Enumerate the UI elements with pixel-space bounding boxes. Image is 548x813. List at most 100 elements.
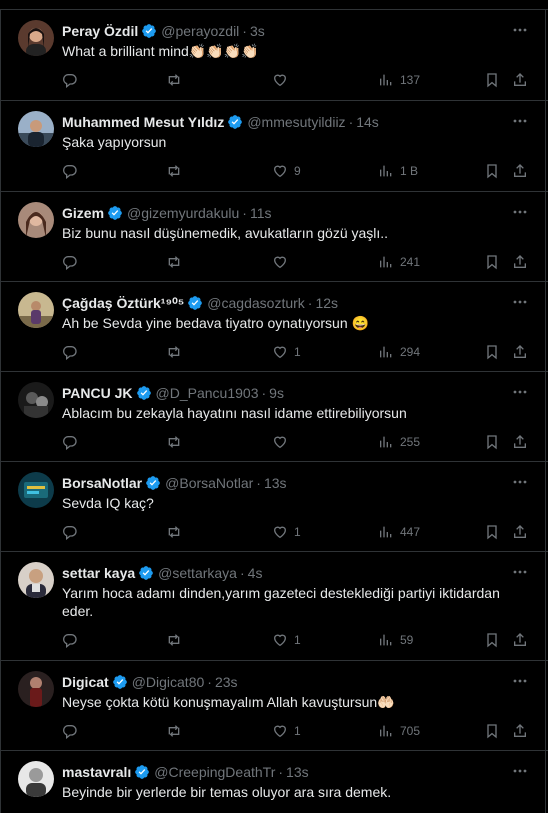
share-button[interactable]: [512, 631, 528, 649]
tweet-time[interactable]: 13s: [286, 763, 309, 781]
retweet-button[interactable]: [166, 523, 188, 541]
like-button[interactable]: [272, 71, 294, 89]
author-handle[interactable]: @D_Pancu1903: [156, 384, 259, 402]
author-name[interactable]: Digicat: [62, 673, 109, 691]
tweet-time[interactable]: 11s: [250, 204, 272, 222]
more-icon[interactable]: [512, 113, 528, 129]
author-name[interactable]: mastavralı: [62, 763, 131, 781]
reply-button[interactable]: [62, 433, 84, 451]
avatar[interactable]: [18, 382, 54, 418]
author-name[interactable]: settar kaya: [62, 564, 135, 582]
author-handle[interactable]: @perayozdil: [161, 22, 239, 40]
author-name[interactable]: BorsaNotlar: [62, 474, 142, 492]
more-icon[interactable]: [512, 564, 528, 580]
avatar[interactable]: [18, 292, 54, 328]
author-name[interactable]: Muhammed Mesut Yıldız: [62, 113, 224, 131]
author-handle[interactable]: @BorsaNotlar: [165, 474, 253, 492]
like-button[interactable]: 9: [272, 162, 301, 180]
bookmark-button[interactable]: [484, 343, 500, 361]
avatar[interactable]: [18, 111, 54, 147]
share-button[interactable]: [512, 433, 528, 451]
tweet[interactable]: PANCU JK @D_Pancu1903 · 9s Ablacım bu ze…: [0, 371, 548, 461]
views-button[interactable]: 137: [378, 71, 420, 89]
tweet-time[interactable]: 23s: [215, 673, 238, 691]
tweet[interactable]: Çağdaş Öztürk¹⁹⁰⁵ @cagdasozturk · 12s Ah…: [0, 281, 548, 371]
author-handle[interactable]: @cagdasozturk: [207, 294, 304, 312]
views-button[interactable]: 1 B: [378, 162, 418, 180]
tweet[interactable]: Peray Özdil @perayozdil · 3s What a bril…: [0, 9, 548, 100]
retweet-button[interactable]: [166, 162, 188, 180]
like-button[interactable]: 1: [272, 722, 301, 740]
reply-button[interactable]: [62, 162, 84, 180]
avatar[interactable]: [18, 20, 54, 56]
reply-button[interactable]: [62, 722, 84, 740]
avatar[interactable]: [18, 761, 54, 797]
views-button[interactable]: 255: [378, 433, 420, 451]
views-button[interactable]: 294: [378, 343, 420, 361]
avatar[interactable]: [18, 671, 54, 707]
author-name[interactable]: Çağdaş Öztürk¹⁹⁰⁵: [62, 294, 184, 312]
tweet[interactable]: Gizem @gizemyurdakulu · 11s Biz bunu nas…: [0, 191, 548, 281]
bookmark-button[interactable]: [484, 433, 500, 451]
bookmark-button[interactable]: [484, 162, 500, 180]
more-icon[interactable]: [512, 204, 528, 220]
share-button[interactable]: [512, 71, 528, 89]
bookmark-button[interactable]: [484, 722, 500, 740]
retweet-button[interactable]: [166, 631, 188, 649]
avatar[interactable]: [18, 472, 54, 508]
reply-button[interactable]: [62, 523, 84, 541]
views-button[interactable]: 705: [378, 722, 420, 740]
retweet-button[interactable]: [166, 722, 188, 740]
bookmark-button[interactable]: [484, 631, 500, 649]
more-icon[interactable]: [512, 22, 528, 38]
tweet-time[interactable]: 4s: [248, 564, 263, 582]
retweet-button[interactable]: [166, 343, 188, 361]
more-icon[interactable]: [512, 474, 528, 490]
more-icon[interactable]: [512, 673, 528, 689]
views-button[interactable]: 59: [378, 631, 413, 649]
tweet[interactable]: BorsaNotlar @BorsaNotlar · 13s Sevda IQ …: [0, 461, 548, 551]
like-button[interactable]: 1: [272, 631, 301, 649]
reply-button[interactable]: [62, 631, 84, 649]
views-button[interactable]: 447: [378, 523, 420, 541]
tweet-time[interactable]: 9s: [269, 384, 284, 402]
author-name[interactable]: Peray Özdil: [62, 22, 138, 40]
author-handle[interactable]: @gizemyurdakulu: [127, 204, 239, 222]
author-handle[interactable]: @CreepingDeathTr: [154, 763, 275, 781]
tweet-time[interactable]: 12s: [315, 294, 338, 312]
author-handle[interactable]: @Digicat80: [132, 673, 205, 691]
bookmark-button[interactable]: [484, 253, 500, 271]
author-handle[interactable]: @mmesutyildiiz: [247, 113, 345, 131]
retweet-button[interactable]: [166, 253, 188, 271]
author-handle[interactable]: @settarkaya: [158, 564, 237, 582]
like-button[interactable]: [272, 253, 294, 271]
share-button[interactable]: [512, 162, 528, 180]
bookmark-button[interactable]: [484, 523, 500, 541]
like-button[interactable]: 1: [272, 343, 301, 361]
bookmark-button[interactable]: [484, 71, 500, 89]
tweet-time[interactable]: 3s: [250, 22, 265, 40]
share-button[interactable]: [512, 722, 528, 740]
avatar[interactable]: [18, 202, 54, 238]
share-button[interactable]: [512, 523, 528, 541]
tweet-time[interactable]: 13s: [264, 474, 287, 492]
more-icon[interactable]: [512, 763, 528, 779]
tweet[interactable]: Digicat @Digicat80 · 23s Neyse çokta köt…: [0, 660, 548, 750]
tweet[interactable]: settar kaya @settarkaya · 4s Yarım hoca …: [0, 551, 548, 660]
more-icon[interactable]: [512, 384, 528, 400]
views-button[interactable]: 241: [378, 253, 420, 271]
like-button[interactable]: [272, 433, 294, 451]
tweet[interactable]: Muhammed Mesut Yıldız @mmesutyildiiz · 1…: [0, 100, 548, 191]
more-icon[interactable]: [512, 294, 528, 310]
author-name[interactable]: Gizem: [62, 204, 104, 222]
share-button[interactable]: [512, 253, 528, 271]
share-button[interactable]: [512, 343, 528, 361]
author-name[interactable]: PANCU JK: [62, 384, 133, 402]
like-button[interactable]: 1: [272, 523, 301, 541]
reply-button[interactable]: [62, 253, 84, 271]
reply-button[interactable]: [62, 71, 84, 89]
reply-button[interactable]: [62, 343, 84, 361]
retweet-button[interactable]: [166, 433, 188, 451]
tweet[interactable]: mastavralı @CreepingDeathTr · 13s Beyind…: [0, 750, 548, 813]
retweet-button[interactable]: [166, 71, 188, 89]
